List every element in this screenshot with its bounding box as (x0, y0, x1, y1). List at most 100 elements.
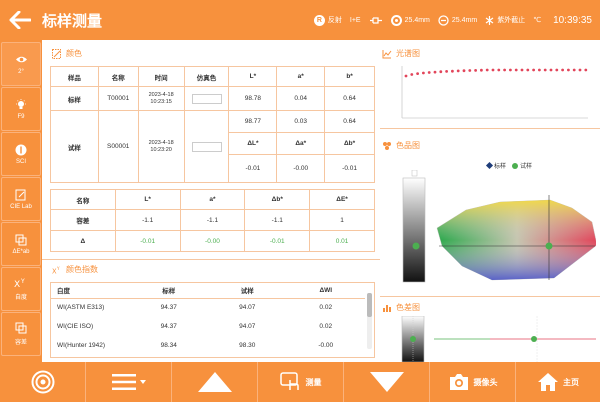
trial-name: S00001 (97, 110, 139, 183)
spectrum-point (480, 68, 483, 72)
lightness-trial-point (412, 242, 420, 250)
trial-b: 0.64 (324, 110, 375, 133)
spectrum-point (404, 74, 408, 78)
measure-label: 测量 (305, 377, 322, 387)
spectrum-point (474, 69, 477, 72)
sidebar-item-colorspace[interactable]: CIE Lab (1, 177, 41, 221)
top-bar: 标样测量 R 反射 I+E 25.4mm 25.4mm 紫外截止 ℃ 10:39… (0, 0, 600, 40)
back-button[interactable] (0, 0, 40, 40)
xy-icon: XY (14, 278, 25, 289)
sci-icon (15, 144, 27, 155)
scroll-down-button[interactable] (344, 362, 430, 402)
ie-label: I+E (349, 16, 361, 24)
delta-a: -0.00 (276, 154, 326, 183)
col-header-swatch: 仿真色 (183, 66, 230, 87)
sidebar-item-color-diff[interactable]: ΔE*ab (1, 222, 41, 266)
chart-line-icon (382, 49, 392, 58)
sidebar-item-illuminant[interactable]: F9 (1, 87, 41, 131)
delta-header-a: Δa* (276, 132, 326, 155)
port-icon (369, 16, 382, 24)
sidebar-item-whiteness[interactable]: XY 自度 (1, 267, 41, 311)
tol-header-db: Δb* (244, 189, 311, 210)
row-label: Δ (50, 230, 116, 252)
tol-header-L: L* (114, 189, 181, 210)
spectrum-point (485, 68, 489, 72)
camera-button[interactable]: 摄像头 (430, 362, 516, 402)
sidebar-item-observer[interactable]: 2° (1, 42, 41, 86)
bottom-bar: 测量 摄像头 主页 (0, 362, 600, 402)
menu-icon (111, 374, 136, 390)
section-divider (42, 259, 380, 260)
table-row-standard[interactable]: 标样 T00001 2023-4-18 10:23:15 98.78 0.04 0… (50, 86, 375, 111)
std-swatch (183, 86, 230, 111)
xy-icon: XY (52, 266, 60, 275)
aperture-value-1: 25.4mm (404, 16, 430, 24)
diff-chart (401, 316, 596, 362)
touch-icon (279, 372, 299, 390)
gamut-legend: 标样 试样 (485, 161, 532, 170)
sidebar-item-tolerance[interactable]: 容差 (1, 312, 41, 356)
home-button[interactable]: 主页 (516, 362, 600, 402)
sidebar-item-label: SCI (15, 158, 26, 165)
menu-button[interactable] (86, 362, 172, 402)
svg-text:Y: Y (56, 266, 60, 271)
spectrum-point (584, 68, 588, 72)
col-header-L: L* (228, 66, 278, 87)
sidebar-item-label: 2° (18, 68, 24, 75)
index-panel-title: XY 颜色指数 (52, 265, 98, 275)
spectrum-point (468, 69, 472, 72)
idx-header-trial: 试样 (208, 283, 287, 299)
tol-de: 1 (309, 209, 375, 231)
std-time: 2023-4-18 10:23:15 (137, 86, 185, 111)
svg-text:X: X (14, 280, 20, 289)
spectrum-point (567, 68, 570, 72)
home-label: 主页 (563, 377, 579, 387)
main-content: 颜色 样品 名称 时间 仿真色 L* a* b* 标样 T00001 2023-… (42, 40, 600, 362)
target-button[interactable] (0, 362, 86, 402)
table-row-delta[interactable]: Δ -0.01 -0.00 -0.01 0.01 (50, 230, 375, 252)
tol-L: -1.1 (114, 209, 181, 231)
table-row-tolerance[interactable]: 容差 -1.1 -1.1 -1.1 1 (50, 209, 375, 231)
index-scrollbar[interactable] (367, 293, 372, 349)
pencil-icon (52, 48, 61, 59)
table-row[interactable]: WI(Hunter 1942) 98.34 98.30 -0.00 (51, 336, 365, 355)
row-label: 标样 (50, 86, 99, 111)
spectrum-point (462, 69, 466, 73)
temp-unit: ℃ (533, 17, 542, 24)
std-marker-icon (485, 161, 494, 170)
measure-button[interactable]: 测量 (258, 362, 344, 402)
sidebar-item-specular[interactable]: SCI (1, 132, 41, 176)
tolerance-table: 名称 L* a* Δb* ΔE* 容差 -1.1 -1.1 -1.1 1 Δ -… (50, 189, 375, 252)
table-row[interactable]: WI(CIE ISO) 94.37 94.07 0.02 (51, 317, 365, 336)
back-arrow-icon (9, 11, 31, 29)
idx-header-name: 白度 (51, 283, 130, 299)
spectrum-panel-title: 光谱图 (382, 48, 420, 59)
tol-db: -1.1 (244, 209, 311, 231)
index-scroll-thumb[interactable] (367, 293, 372, 317)
aperture-lens-icon (438, 14, 449, 26)
row-label: 容差 (50, 209, 116, 231)
scroll-up-button[interactable] (172, 362, 258, 402)
bar-chart-icon (383, 304, 391, 312)
spectrum-point (497, 68, 501, 72)
eye-icon (15, 56, 27, 63)
std-a: 0.04 (276, 86, 326, 111)
reflect-mode-icon: R (313, 14, 325, 26)
delta-row-L: -0.01 (114, 230, 181, 252)
index-table: 白度 标样 试样 ΔWI WI(ASTM E313) 94.37 94.07 0… (51, 283, 365, 355)
spectrum-point (422, 71, 425, 75)
table-row-trial[interactable]: 试样 S00001 2023-4-18 10:23:20 98.77 0.03 0… (50, 110, 375, 183)
uv-label: 紫外截止 (497, 17, 526, 24)
col-header-b: b* (324, 66, 375, 87)
table-row[interactable]: WI(ASTM E313) 94.37 94.07 0.02 (51, 298, 365, 317)
trial-L: 98.77 (228, 110, 278, 133)
index-table-frame: 白度 标样 试样 ΔWI WI(ASTM E313) 94.37 94.07 0… (50, 282, 375, 358)
gamut-chart (402, 170, 596, 283)
trial-a: 0.03 (276, 110, 326, 133)
col-header-sample: 样品 (50, 66, 99, 87)
std-color-swatch (191, 93, 222, 104)
spectrum-point (578, 68, 582, 72)
spectrum-point (572, 68, 576, 72)
section-divider (380, 128, 600, 129)
spectrum-point (451, 69, 454, 73)
